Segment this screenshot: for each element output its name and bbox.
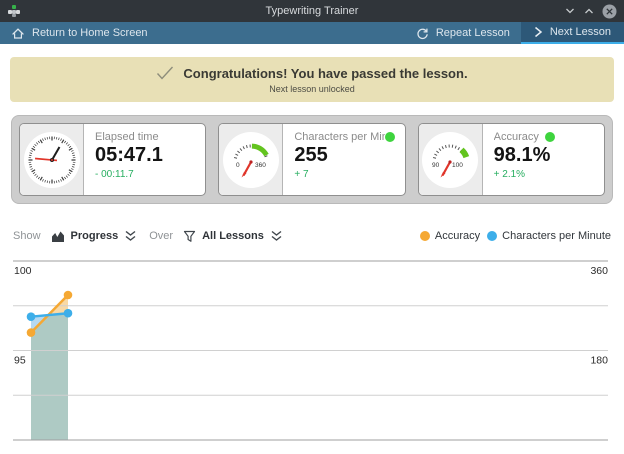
accuracy-delta: + 2.1% [494, 169, 594, 180]
gauge-max-label: 100 [452, 162, 463, 169]
return-home-button[interactable]: Return to Home Screen [0, 22, 159, 44]
accuracy-legend-label: Accuracy [435, 230, 480, 242]
minimize-icon[interactable] [564, 5, 576, 17]
chart-controls-row: Show Progress Over All Lessons Accuracy … [13, 226, 611, 246]
home-icon [11, 27, 25, 40]
gauge-min-label: 90 [432, 162, 440, 169]
svg-text:95: 95 [14, 355, 26, 367]
window-title: Typewriting Trainer [0, 0, 624, 22]
next-lesson-button[interactable]: Next Lesson [521, 22, 624, 44]
svg-text:360: 360 [590, 265, 608, 277]
cpm-card: 0 360 Characters per Min… 255 + 7 [218, 123, 405, 196]
legend-accuracy: Accuracy [420, 230, 480, 242]
svg-text:180: 180 [590, 355, 608, 367]
banner-title: Congratulations! You have passed the les… [183, 66, 467, 81]
banner-subtitle: Next lesson unlocked [269, 84, 355, 94]
maximize-icon[interactable] [583, 5, 595, 17]
elapsed-time-delta: - 00:11.7 [95, 169, 195, 180]
elapsed-time-value: 05:47.1 [95, 144, 195, 166]
congratulations-banner: Congratulations! You have passed the les… [10, 57, 614, 102]
cpm-status-dot [385, 132, 395, 142]
stats-panel: Elapsed time 05:47.1 - 00:11.7 0 360 Cha… [11, 115, 613, 204]
cpm-legend-label: Characters per Minute [502, 230, 611, 242]
area-chart-icon [51, 229, 65, 243]
legend-cpm: Characters per Minute [487, 230, 611, 242]
show-value: Progress [71, 230, 119, 242]
cpm-delta: + 7 [294, 169, 394, 180]
elapsed-time-card: Elapsed time 05:47.1 - 00:11.7 [19, 123, 206, 196]
next-chevron-icon [534, 26, 543, 38]
toolbar: Return to Home Screen Repeat Lesson Next… [0, 22, 624, 44]
titlebar: Typewriting Trainer [0, 0, 624, 22]
chart-legend: Accuracy Characters per Minute [420, 230, 611, 242]
cpm-label: Characters per Min… [294, 131, 384, 143]
cpm-legend-dot [487, 231, 497, 241]
accuracy-value: 98.1% [494, 144, 594, 166]
accuracy-card: 90 100 Accuracy 98.1% + 2.1% [418, 123, 605, 196]
repeat-lesson-button[interactable]: Repeat Lesson [405, 22, 521, 44]
over-label: Over [149, 230, 173, 242]
accuracy-legend-dot [420, 231, 430, 241]
next-lesson-label: Next Lesson [550, 26, 611, 38]
app-icon [7, 4, 21, 18]
return-home-label: Return to Home Screen [32, 27, 148, 39]
accuracy-label: Accuracy [494, 131, 539, 143]
close-icon[interactable] [602, 4, 617, 19]
repeat-icon [416, 27, 429, 40]
over-value: All Lessons [202, 230, 264, 242]
clock-icon [25, 133, 79, 187]
show-label: Show [13, 230, 41, 242]
cpm-gauge-icon: 0 360 [224, 133, 278, 187]
check-icon [156, 66, 174, 80]
elapsed-time-label: Elapsed time [95, 131, 159, 143]
double-chevron-down-icon [124, 230, 137, 242]
show-combobox[interactable]: Progress [51, 229, 138, 243]
cpm-value: 255 [294, 144, 394, 166]
gauge-min-label: 0 [236, 162, 240, 169]
over-combobox[interactable]: All Lessons [183, 230, 283, 243]
filter-funnel-icon [183, 230, 196, 243]
svg-text:100: 100 [14, 265, 32, 277]
gauge-green-arc [252, 146, 267, 155]
accuracy-status-dot [545, 132, 555, 142]
progress-chart-canvas: 100 360 95 180 [0, 254, 624, 454]
double-chevron-down-icon [270, 230, 283, 242]
toolbar-spacer [159, 22, 405, 44]
gauge-max-label: 360 [255, 162, 266, 169]
progress-chart: 100 360 95 180 [0, 254, 624, 454]
repeat-lesson-label: Repeat Lesson [436, 27, 510, 39]
gauge-green-arc [462, 149, 467, 156]
accuracy-gauge-icon: 90 100 [423, 133, 477, 187]
